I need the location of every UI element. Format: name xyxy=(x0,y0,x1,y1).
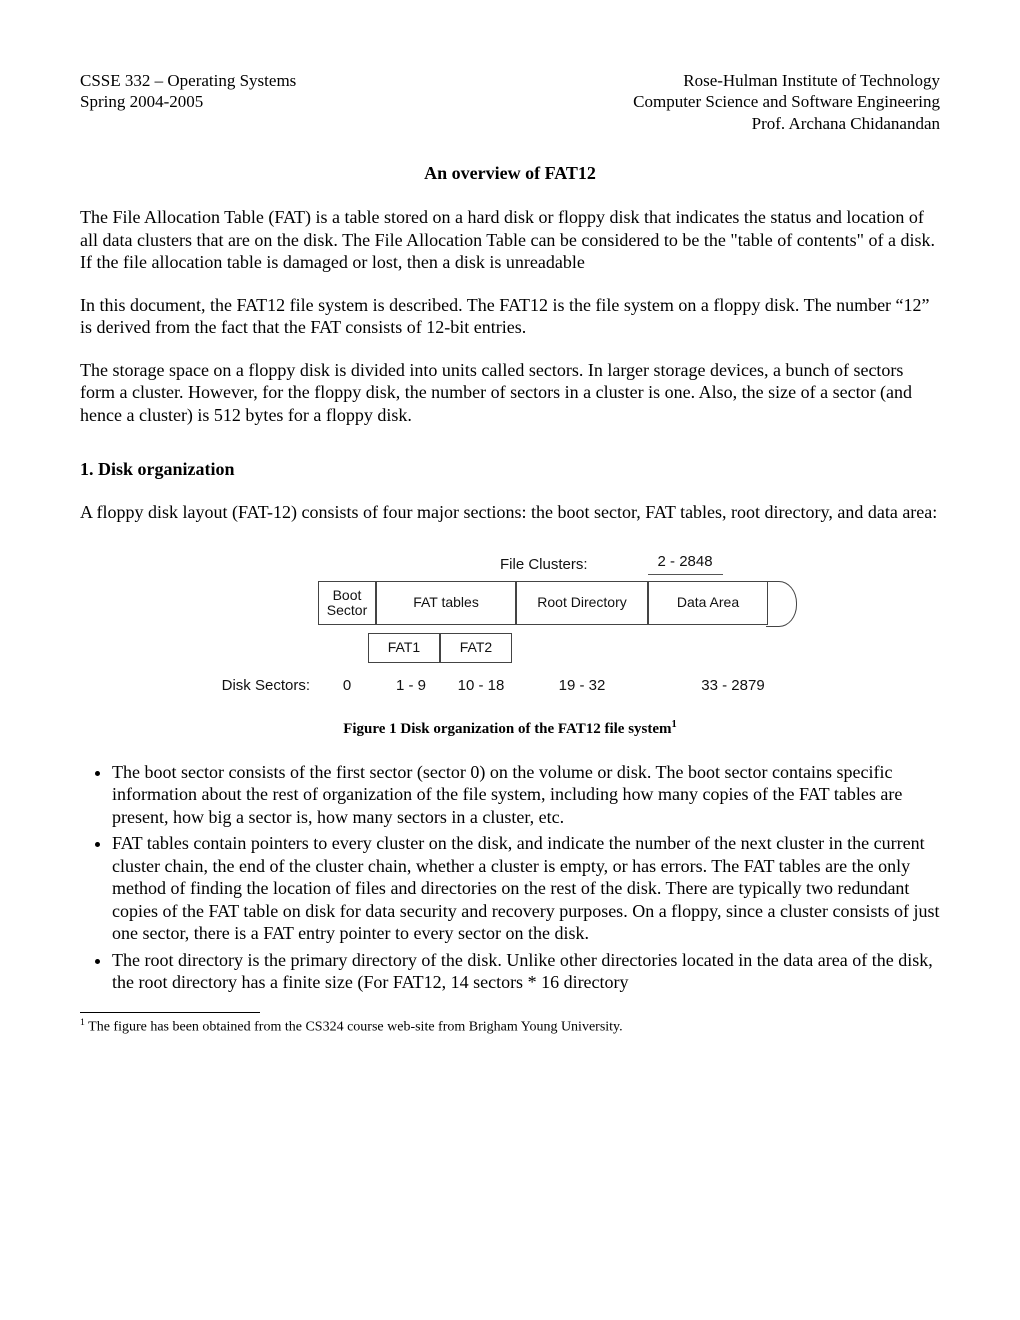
section-heading-1: 1. Disk organization xyxy=(80,458,940,481)
figure-1: File Clusters: 2 - 2848 Boot Sector FAT … xyxy=(80,553,940,696)
disk-sectors-label: Disk Sectors: xyxy=(200,677,318,696)
fat-tables-box: FAT tables xyxy=(376,581,516,625)
bullet-list: The boot sector consists of the first se… xyxy=(80,761,940,994)
disk-cylinder-icon xyxy=(766,581,797,627)
fat-subrow: FAT1 FAT2 xyxy=(368,633,820,663)
fat1-box: FAT1 xyxy=(368,633,440,663)
footnote-rule xyxy=(80,1012,260,1013)
institution: Rose-Hulman Institute of Technology xyxy=(633,70,940,91)
page-header: CSSE 332 – Operating Systems Spring 2004… xyxy=(80,70,940,134)
header-left: CSSE 332 – Operating Systems Spring 2004… xyxy=(80,70,296,134)
paragraph-3: The storage space on a floppy disk is di… xyxy=(80,359,940,427)
data-area-box: Data Area xyxy=(648,581,768,625)
sector-range-boot: 0 xyxy=(318,677,376,696)
course-code: CSSE 332 – Operating Systems xyxy=(80,70,296,91)
figure-1-caption: Figure 1 Disk organization of the FAT12 … xyxy=(80,718,940,739)
paragraph-4: A floppy disk layout (FAT-12) consists o… xyxy=(80,501,940,524)
term: Spring 2004-2005 xyxy=(80,91,296,112)
header-right: Rose-Hulman Institute of Technology Comp… xyxy=(633,70,940,134)
figure-caption-sup: 1 xyxy=(672,719,677,730)
spacer xyxy=(200,581,318,627)
file-clusters-range: 2 - 2848 xyxy=(648,553,723,575)
footnote-1: 1 The figure has been obtained from the … xyxy=(80,1017,940,1036)
list-item: The root directory is the primary direct… xyxy=(112,949,940,994)
disk-sectors-row: Disk Sectors: 0 1 - 9 10 - 18 19 - 32 33… xyxy=(200,677,820,696)
fat2-box: FAT2 xyxy=(440,633,512,663)
department: Computer Science and Software Engineerin… xyxy=(633,91,940,112)
list-item: FAT tables contain pointers to every clu… xyxy=(112,832,940,945)
document-page: CSSE 332 – Operating Systems Spring 2004… xyxy=(0,0,1020,1096)
file-clusters-row: File Clusters: 2 - 2848 xyxy=(200,553,820,575)
file-clusters-label: File Clusters: xyxy=(500,556,588,575)
disk-layout-diagram: File Clusters: 2 - 2848 Boot Sector FAT … xyxy=(200,553,820,696)
root-directory-box: Root Directory xyxy=(516,581,648,625)
sector-range-root: 19 - 32 xyxy=(516,677,648,696)
sector-range-data: 33 - 2879 xyxy=(658,677,808,696)
page-title: An overview of FAT12 xyxy=(80,162,940,185)
disk-boxes-row: Boot Sector FAT tables Root Directory Da… xyxy=(200,581,820,627)
paragraph-1: The File Allocation Table (FAT) is a tab… xyxy=(80,206,940,274)
boot-sector-box: Boot Sector xyxy=(318,581,376,625)
sector-range-fat1: 1 - 9 xyxy=(376,677,446,696)
box-row: Boot Sector FAT tables Root Directory Da… xyxy=(318,581,797,627)
figure-caption-text: Figure 1 Disk organization of the FAT12 … xyxy=(343,721,671,737)
professor: Prof. Archana Chidanandan xyxy=(633,113,940,134)
footnote-text: The figure has been obtained from the CS… xyxy=(85,1019,623,1034)
paragraph-2: In this document, the FAT12 file system … xyxy=(80,294,940,339)
list-item: The boot sector consists of the first se… xyxy=(112,761,940,829)
sector-range-fat2: 10 - 18 xyxy=(446,677,516,696)
